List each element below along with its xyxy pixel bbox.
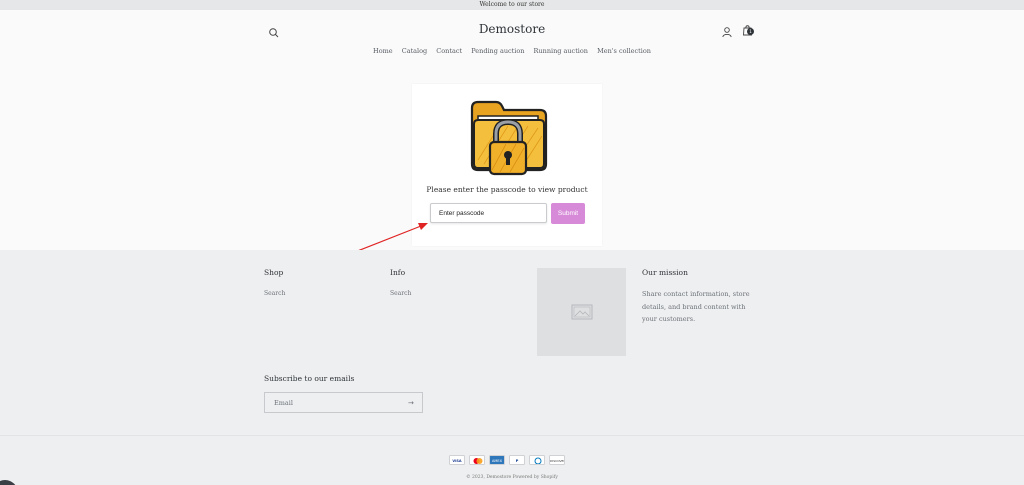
email-field[interactable]: Email → (264, 392, 423, 413)
copyright: © 2023, Demostore Powered by Shopify (466, 475, 558, 480)
footer-shop-title: Shop (264, 268, 284, 277)
footer-mission-text: Share contact information, store details… (642, 290, 750, 323)
nav-contact[interactable]: Contact (436, 47, 462, 55)
footer-image-placeholder (537, 268, 626, 356)
passcode-card: Please enter the passcode to view produc… (412, 84, 602, 246)
store-name[interactable]: Demostore (0, 22, 1024, 36)
nav-home[interactable]: Home (373, 47, 393, 55)
submit-button[interactable]: Submit (551, 203, 585, 224)
paypal-icon: P (509, 455, 525, 465)
nav-catalog[interactable]: Catalog (402, 47, 428, 55)
payment-icons: VISA AMEX P DISCOVER (449, 455, 565, 465)
arrow-right-icon[interactable]: → (408, 399, 414, 407)
announcement-bar: Welcome to our store (0, 0, 1024, 10)
email-label: Email (274, 399, 293, 407)
nav-pending-auction[interactable]: Pending auction (471, 47, 524, 55)
main-nav: Home Catalog Contact Pending auction Run… (0, 47, 1024, 55)
announcement-text: Welcome to our store (479, 1, 545, 8)
cart-count-badge: 1 (747, 28, 754, 35)
visa-icon: VISA (449, 455, 465, 465)
header-top-row: Demostore 1 (0, 10, 1024, 50)
footer-info-title: Info (390, 268, 406, 277)
image-placeholder-icon (571, 304, 593, 320)
nav-mens-collection[interactable]: Men's collection (597, 47, 651, 55)
amex-icon: AMEX (489, 455, 505, 465)
nav-running-auction[interactable]: Running auction (534, 47, 588, 55)
passcode-input[interactable] (430, 203, 547, 223)
footer-shop-search-link[interactable]: Search (264, 290, 285, 297)
diners-icon (529, 455, 545, 465)
footer-divider (0, 435, 1024, 436)
passcode-prompt: Please enter the passcode to view produc… (426, 185, 588, 194)
mastercard-icon (469, 455, 485, 465)
subscribe-title: Subscribe to our emails (264, 374, 355, 383)
lock-folder-icon (470, 100, 548, 176)
footer-mission-title: Our mission (642, 268, 688, 277)
account-icon[interactable] (721, 23, 733, 38)
footer: Shop Search Info Search Our mission Shar… (0, 250, 1024, 485)
discover-icon: DISCOVER (549, 455, 565, 465)
footer-info-search-link[interactable]: Search (390, 290, 411, 297)
header: Demostore 1 Home Catalog Contact Pending… (0, 10, 1024, 250)
